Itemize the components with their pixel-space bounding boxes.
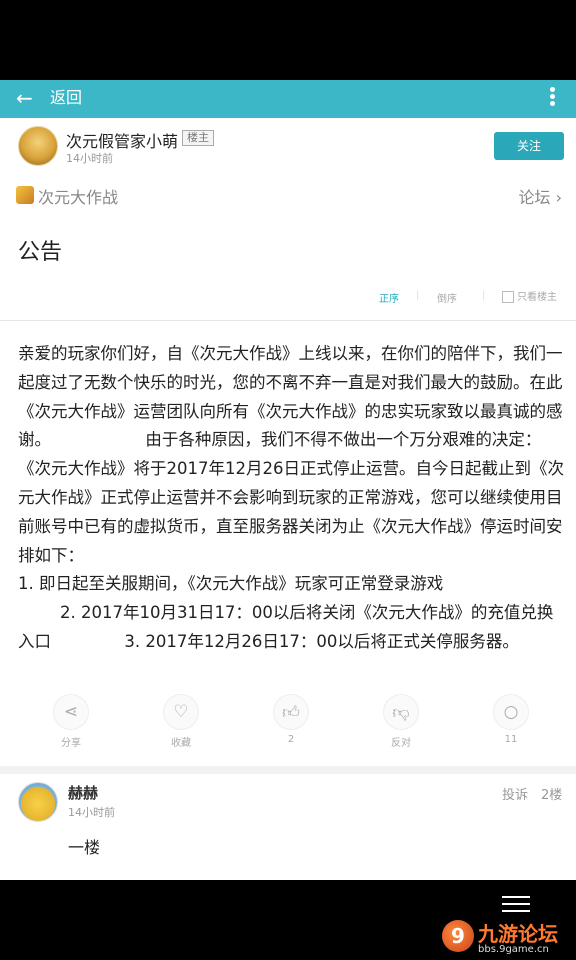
sort-descending-option[interactable]: 倒序 [437,290,457,305]
system-status-area [0,0,576,80]
only-owner-label: 只看楼主 [517,292,557,303]
comment-time: 14小时前 [68,806,115,819]
commenter-name[interactable]: 赫赫 [68,782,98,803]
watermark-url: bbs.9game.cn [478,944,549,955]
forum-row[interactable]: 次元大作战 论坛 › [0,182,576,214]
report-button[interactable]: 投诉 [502,784,528,803]
thumbs-up-icon[interactable]: 👍︎ [273,694,309,730]
like-action[interactable]: 👍︎ 2 [256,694,326,745]
commenter-avatar[interactable] [18,782,58,822]
watermark-logo: 9 [442,920,474,952]
action-bar: ⋖ 分享 ♡ 收藏 👍︎ 2 👎︎ 反对 ○ 11 [0,694,576,758]
comment-text: 一楼 [68,838,101,857]
divider [0,320,576,321]
site-watermark: 9 九游论坛 bbs.9game.cn [442,918,572,958]
forum-name[interactable]: 次元大作战 [38,184,118,208]
speech-bubble-icon[interactable]: ○ [493,694,529,730]
sort-ascending-option[interactable]: 正序 [379,290,399,305]
back-arrow-icon[interactable]: ← [16,86,33,110]
sort-divider: | [416,290,420,301]
sort-controls: 正序 | 倒序 | 只看楼主 [0,286,576,310]
post-paragraph: 亲爱的玩家你们好，自《次元大作战》上线以来，在你们的陪伴下，我们一起度过了无数个… [18,344,564,565]
owner-badge: 楼主 [182,130,214,146]
post-time: 14小时前 [66,152,113,165]
favorite-action[interactable]: ♡ 收藏 [146,694,216,749]
author-name[interactable]: 次元假管家小萌 [66,128,178,152]
post-body: 亲爱的玩家你们好，自《次元大作战》上线以来，在你们的陪伴下，我们一起度过了无数个… [18,340,566,657]
dislike-action[interactable]: 👎︎ 反对 [366,694,436,749]
post-paragraph: 1. 即日起至关服期间，《次元大作战》玩家可正常登录游戏 [18,574,444,594]
section-separator [0,766,576,774]
share-label: 分享 [61,738,81,749]
like-count: 2 [287,734,295,745]
dislike-label: 反对 [391,738,411,749]
sort-divider: | [482,290,486,301]
post-title: 公告 [18,240,63,265]
share-action[interactable]: ⋖ 分享 [36,694,106,749]
favorite-label: 收藏 [171,738,191,749]
watermark-title: 九游论坛 [478,922,558,946]
bottom-area: 9 九游论坛 bbs.9game.cn [0,880,576,960]
comment-item: 赫赫 14小时前 投诉 2楼 一楼 [0,774,576,880]
more-options-icon[interactable] [548,86,556,110]
comment-action[interactable]: ○ 11 [476,694,546,745]
thumbs-down-icon[interactable]: 👎︎ [383,694,419,730]
post-paragraph: 2. 2017年10月31日17：00以后将关闭《次元大作战》的充值兑换入口 3… [18,603,554,651]
app-bar: ← 返回 [0,80,576,118]
only-owner-toggle[interactable]: 只看楼主 [502,288,557,303]
comment-count: 11 [504,734,518,745]
menu-icon[interactable] [502,896,530,918]
share-icon[interactable]: ⋖ [53,694,89,730]
follow-button[interactable]: 关注 [494,132,564,160]
forum-link[interactable]: 论坛 › [519,184,563,208]
floor-number: 2楼 [541,788,563,803]
only-owner-checkbox[interactable] [502,291,514,303]
post-content: 次元假管家小萌 楼主 14小时前 关注 次元大作战 论坛 › 公告 正序 | 倒… [0,118,576,880]
back-label[interactable]: 返回 [50,87,82,109]
author-avatar[interactable] [18,126,58,166]
author-row: 次元假管家小萌 楼主 14小时前 关注 [0,118,576,178]
forum-game-icon [16,186,34,204]
heart-icon[interactable]: ♡ [163,694,199,730]
